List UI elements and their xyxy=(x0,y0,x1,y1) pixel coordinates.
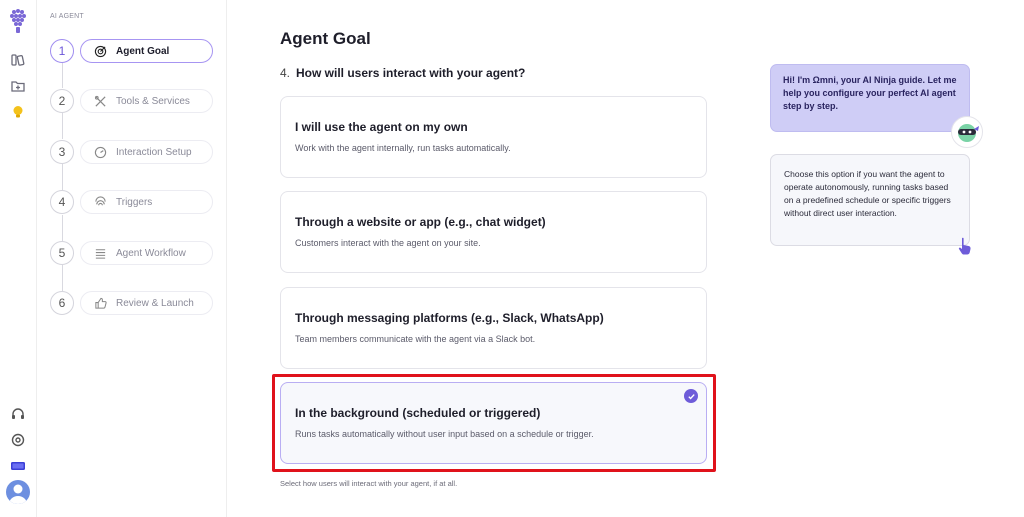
gauge-icon xyxy=(93,145,107,159)
step-label: Tools & Services xyxy=(116,95,190,107)
step-label: Agent Workflow xyxy=(116,247,186,259)
folder-add-icon[interactable] xyxy=(10,78,26,94)
fingerprint-icon xyxy=(93,195,107,209)
pointer-hand-icon xyxy=(956,236,974,256)
step-review-launch[interactable]: Review & Launch xyxy=(80,291,213,315)
option-title: I will use the agent on my own xyxy=(295,120,468,134)
guide-bubble: Hi! I'm Ωmni, your AI Ninja guide. Let m… xyxy=(770,64,970,132)
option-title: Through messaging platforms (e.g., Slack… xyxy=(295,311,604,325)
avatar[interactable] xyxy=(6,480,30,504)
option-title: Through a website or app (e.g., chat wid… xyxy=(295,215,546,229)
option-card-own-use[interactable]: I will use the agent on my own Work with… xyxy=(280,96,707,178)
option-card-website-app[interactable]: Through a website or app (e.g., chat wid… xyxy=(280,191,707,273)
step-number: 3 xyxy=(50,140,74,164)
step-label: Triggers xyxy=(116,196,153,208)
step-label: Interaction Setup xyxy=(116,146,192,158)
step-agent-goal[interactable]: Agent Goal xyxy=(80,39,213,63)
step-number: 2 xyxy=(50,89,74,113)
tools-icon xyxy=(93,94,107,108)
option-card-messaging[interactable]: Through messaging platforms (e.g., Slack… xyxy=(280,287,707,369)
step-label: Agent Goal xyxy=(116,45,170,57)
step-number: 4 xyxy=(50,190,74,214)
library-icon[interactable] xyxy=(10,52,26,68)
step-connector xyxy=(62,63,63,88)
page-title: Agent Goal xyxy=(280,29,371,48)
step-connector xyxy=(62,164,63,190)
section-label: AI AGENT xyxy=(50,13,84,20)
step-triggers[interactable]: Triggers xyxy=(80,190,213,214)
app-root: AI AGENT 1 Agent Goal 2 Tools & Services… xyxy=(0,0,1024,517)
step-label: Review & Launch xyxy=(116,297,194,309)
battery-icon xyxy=(10,458,26,474)
question-text: How will users interact with your agent? xyxy=(296,66,526,80)
lightbulb-icon[interactable] xyxy=(10,104,26,120)
steps-panel: AI AGENT 1 Agent Goal 2 Tools & Services… xyxy=(37,0,227,517)
step-agent-workflow[interactable]: Agent Workflow xyxy=(80,241,213,265)
helper-text: Select how users will interact with your… xyxy=(280,479,458,488)
settings-icon[interactable] xyxy=(10,432,26,448)
question-number: 4. xyxy=(280,66,291,80)
headset-icon[interactable] xyxy=(10,406,26,422)
option-description: Customers interact with the agent on you… xyxy=(295,238,481,248)
step-connector xyxy=(62,215,63,241)
step-tools-services[interactable]: Tools & Services xyxy=(80,89,213,113)
option-description: Work with the agent internally, run task… xyxy=(295,143,511,153)
guide-hint: Choose this option if you want the agent… xyxy=(770,154,970,246)
option-description: Team members communicate with the agent … xyxy=(295,334,536,344)
logo-icon[interactable] xyxy=(8,8,28,34)
step-interaction-setup[interactable]: Interaction Setup xyxy=(80,140,213,164)
list-icon xyxy=(93,246,107,260)
ninja-guide-icon xyxy=(951,116,983,148)
step-number: 1 xyxy=(50,39,74,63)
target-icon xyxy=(93,44,107,58)
selection-highlight xyxy=(272,374,716,472)
thumbs-up-icon xyxy=(93,296,107,310)
step-connector xyxy=(62,265,63,291)
step-connector xyxy=(62,113,63,139)
icon-rail xyxy=(0,0,37,517)
step-number: 5 xyxy=(50,241,74,265)
question-heading: 4. How will users interact with your agen… xyxy=(280,66,525,80)
step-number: 6 xyxy=(50,291,74,315)
